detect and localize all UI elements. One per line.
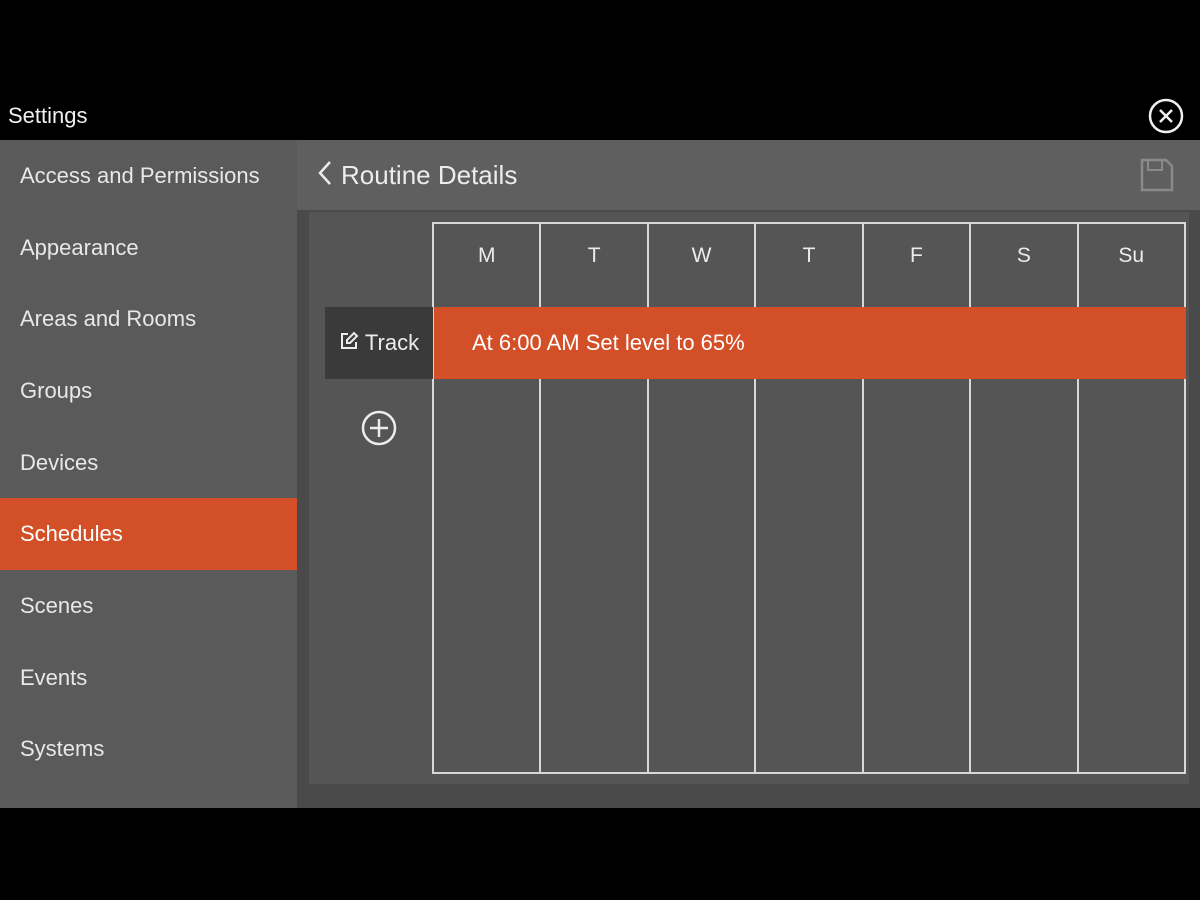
schedule-panel: M T W T F S Su Track At 6:00 AM Set leve… bbox=[309, 212, 1189, 784]
day-label: Su bbox=[1118, 244, 1145, 267]
event-text: At 6:00 AM Set level to 65% bbox=[472, 330, 745, 355]
bottom-letterbox bbox=[0, 808, 1200, 900]
save-icon[interactable] bbox=[1138, 156, 1176, 194]
track-label: Track bbox=[364, 330, 420, 355]
schedule-event-bar[interactable]: At 6:00 AM Set level to 65% bbox=[434, 307, 1186, 379]
sidebar-item-label: Schedules bbox=[20, 521, 123, 547]
page-title: Routine Details bbox=[341, 159, 518, 190]
sidebar-item-scenes[interactable]: Scenes bbox=[0, 570, 297, 642]
day-label: T bbox=[802, 244, 816, 267]
plus-circle-icon[interactable] bbox=[360, 409, 398, 447]
sidebar-item-label: Devices bbox=[20, 449, 99, 475]
sidebar-item-label: Groups bbox=[20, 377, 93, 403]
routine-details-pane: Routine Details M T W T F S Su Track At … bbox=[297, 140, 1200, 808]
sidebar-item-events[interactable]: Events bbox=[0, 642, 297, 714]
window-title: Settings bbox=[8, 103, 88, 128]
day-label: T bbox=[587, 244, 601, 267]
sidebar-item-groups[interactable]: Groups bbox=[0, 355, 297, 427]
close-icon[interactable] bbox=[1148, 98, 1184, 134]
edit-icon bbox=[339, 331, 359, 356]
sidebar-item-schedules[interactable]: Schedules bbox=[0, 498, 297, 571]
top-letterbox bbox=[0, 0, 1200, 92]
track-edit-button[interactable]: Track bbox=[325, 307, 433, 379]
week-grid: M T W T F S Su bbox=[432, 222, 1186, 774]
day-label: M bbox=[477, 244, 496, 267]
sidebar-item-label: Events bbox=[20, 664, 88, 690]
sidebar-item-label: Areas and Rooms bbox=[20, 306, 197, 332]
routine-header: Routine Details bbox=[297, 140, 1200, 210]
chevron-left-icon bbox=[317, 160, 333, 191]
sidebar-item-label: Scenes bbox=[20, 592, 94, 618]
sidebar-item-label: Systems bbox=[20, 736, 105, 762]
sidebar-item-label: Appearance bbox=[20, 234, 139, 260]
sidebar-item-appearance[interactable]: Appearance bbox=[0, 212, 297, 284]
title-bar: Settings bbox=[0, 92, 1200, 140]
settings-sidebar: Access and Permissions Appearance Areas … bbox=[0, 140, 297, 808]
day-label: S bbox=[1016, 244, 1031, 267]
sidebar-item-areas-and-rooms[interactable]: Areas and Rooms bbox=[0, 283, 297, 355]
sidebar-item-devices[interactable]: Devices bbox=[0, 427, 297, 499]
sidebar-item-systems[interactable]: Systems bbox=[0, 714, 297, 786]
sidebar-item-label: Access and Permissions bbox=[20, 162, 260, 188]
day-label: F bbox=[909, 244, 923, 267]
sidebar-item-access-and-permissions[interactable]: Access and Permissions bbox=[0, 140, 297, 212]
day-label: W bbox=[691, 244, 712, 267]
back-button[interactable]: Routine Details bbox=[317, 160, 517, 191]
